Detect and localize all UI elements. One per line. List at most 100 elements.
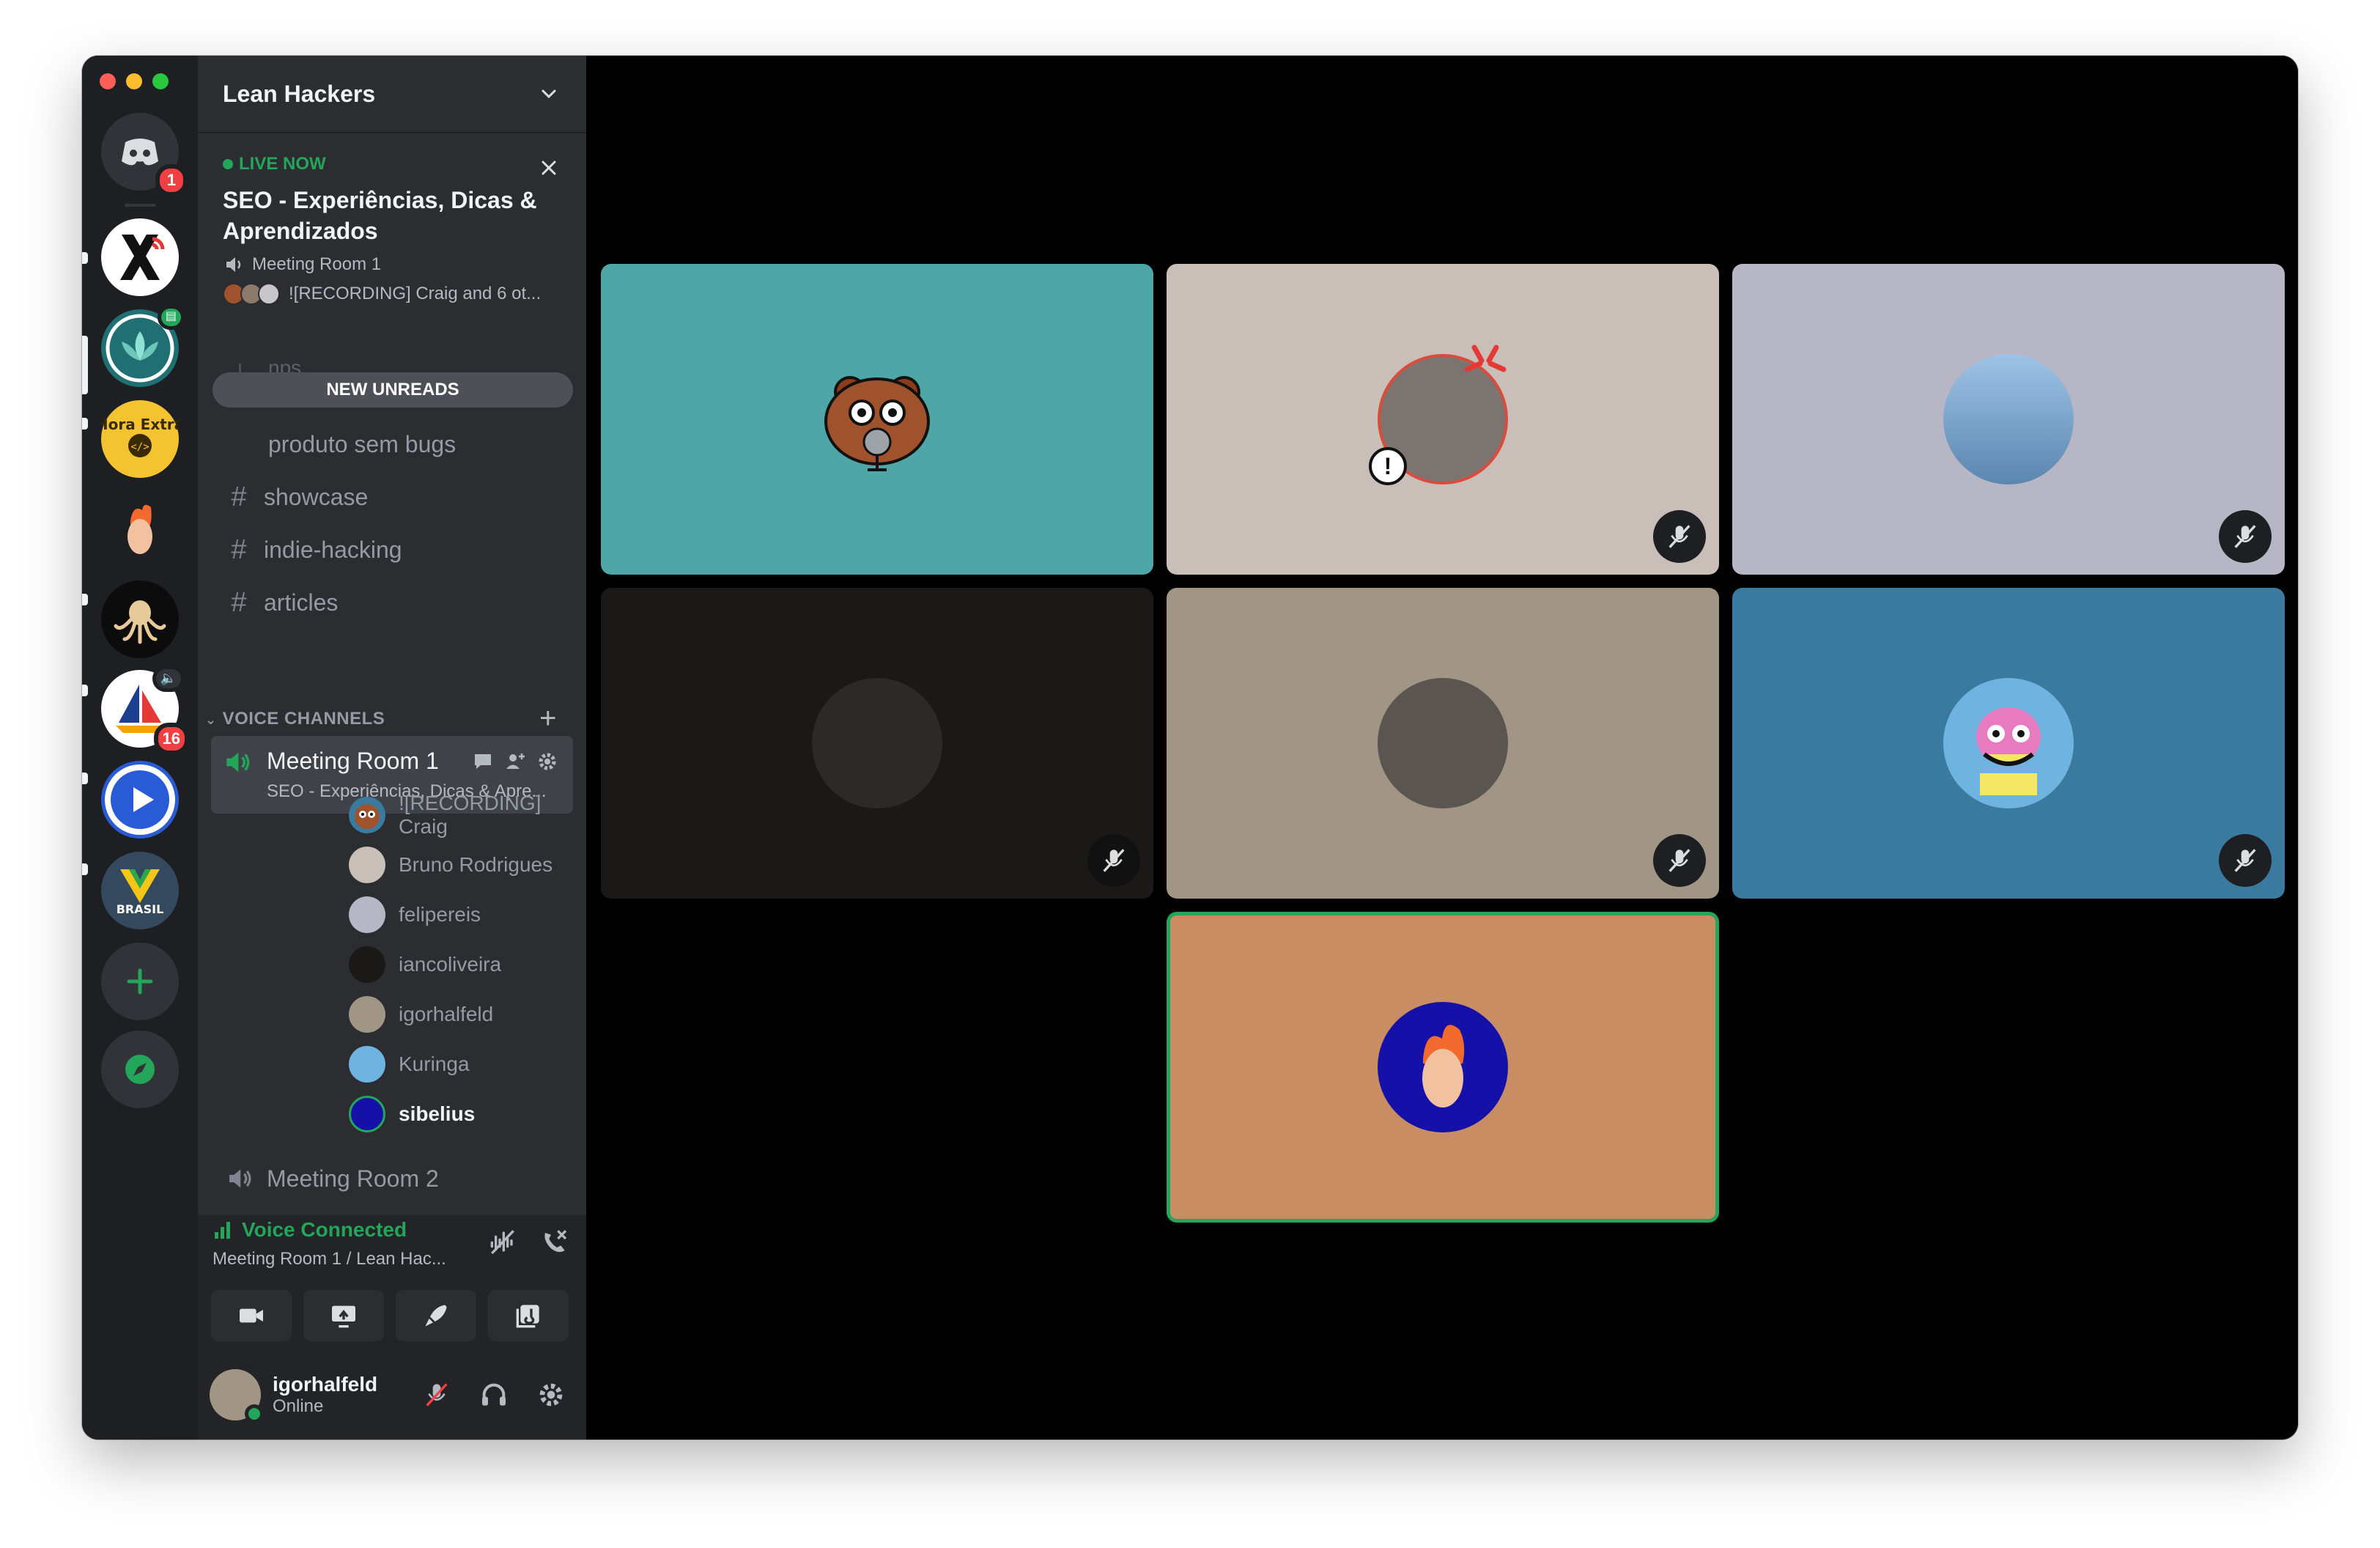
video-camera-icon <box>240 1308 263 1323</box>
thread-label: produto sem bugs <box>268 430 457 457</box>
thread-produto-sem-bugs[interactable]: produto sem bugs <box>211 421 573 468</box>
speaker-icon <box>226 257 241 272</box>
category-label: VOICE CHANNELS <box>222 708 385 729</box>
soundboard-icon <box>516 1305 539 1328</box>
participant-tile[interactable] <box>601 264 1153 575</box>
selected-server-indicator <box>82 336 88 394</box>
server-hora-extra-icon[interactable]: Hora Extra </> <box>101 400 179 478</box>
server-sailboat-icon[interactable]: 16 🔈 <box>101 666 189 755</box>
avatar <box>349 797 385 833</box>
discord-home-button[interactable]: 1 <box>101 113 188 196</box>
bear-avatar-icon <box>824 376 930 471</box>
participant-tile[interactable] <box>1167 588 1719 899</box>
unread-badge: 16 <box>153 723 189 755</box>
server-octopus-icon[interactable] <box>101 580 179 658</box>
speaker-icon: 🔈 <box>152 666 185 692</box>
mic-muted-icon[interactable] <box>422 1380 451 1409</box>
share-screen-button[interactable] <box>303 1290 384 1341</box>
muted-indicator <box>2219 510 2272 563</box>
rocket-icon <box>425 1305 447 1327</box>
server-x-icon[interactable] <box>101 218 179 296</box>
voice-user[interactable]: iancoliveira <box>349 943 569 987</box>
add-channel-icon[interactable]: + <box>539 702 557 735</box>
discord-window: 1 ▤ Hora Extra <box>82 56 2298 1440</box>
voice-channels-category[interactable]: ⌄ VOICE CHANNELS + <box>205 702 572 735</box>
activity-icon: ▤ <box>157 305 185 330</box>
avatar <box>349 847 385 883</box>
voice-user[interactable]: Kuringa <box>349 1042 569 1086</box>
soundboard-button[interactable] <box>488 1290 569 1341</box>
voice-user-name: Bruno Rodrigues <box>399 853 553 876</box>
screen-share-icon <box>332 1305 355 1328</box>
live-label: LIVE NOW <box>239 154 326 174</box>
user-avatar[interactable] <box>210 1369 264 1423</box>
voice-channel-meeting-room-2[interactable]: Meeting Room 2 <box>211 1155 573 1202</box>
channel-articles[interactable]: # articles <box>211 579 573 626</box>
user-status: Online <box>273 1396 324 1416</box>
channel-sidebar: Lean Hackers LIVE NOW SEO - Experiências… <box>198 56 715 1440</box>
invite-icon[interactable] <box>504 751 526 773</box>
participant-avatar <box>1943 354 2074 484</box>
server-name: Lean Hackers <box>223 80 376 107</box>
avatar <box>349 1096 385 1132</box>
voice-user[interactable]: igorhalfeld <box>349 992 569 1036</box>
minimize-window-button[interactable] <box>126 73 142 89</box>
participant-tile-speaking[interactable] <box>1167 912 1719 1223</box>
voice-user[interactable]: ![RECORDING] Craig <box>349 792 569 838</box>
headphones-icon[interactable] <box>479 1380 509 1409</box>
chevron-down-icon <box>542 89 556 99</box>
voice-user[interactable]: Bruno Rodrigues <box>349 843 569 887</box>
mic-muted-icon <box>1668 849 1690 872</box>
avatar <box>349 946 385 983</box>
server-header[interactable]: Lean Hackers <box>198 56 586 133</box>
channel-label: indie-hacking <box>264 536 402 563</box>
server-lean-hackers-icon[interactable]: ▤ <box>101 305 185 387</box>
disconnect-call-icon[interactable] <box>539 1227 569 1256</box>
muted-indicator <box>1653 834 1706 887</box>
server-sibelius-icon[interactable] <box>101 491 179 569</box>
server-play-icon[interactable] <box>101 761 179 838</box>
channel-showcase[interactable]: # showcase <box>211 473 573 520</box>
camera-button[interactable] <box>211 1290 292 1341</box>
unread-badge: 1 <box>155 164 188 196</box>
voice-connected-status[interactable]: Voice Connected <box>212 1218 407 1242</box>
close-window-button[interactable] <box>100 73 116 89</box>
participant-tile[interactable] <box>601 588 1153 899</box>
voice-user[interactable]: felipereis <box>349 893 569 937</box>
noise-suppression-icon[interactable] <box>488 1227 517 1256</box>
unread-pip <box>82 252 88 264</box>
channel-label: articles <box>264 589 339 616</box>
close-icon[interactable] <box>538 157 560 179</box>
channel-indie-hacking[interactable]: # indie-hacking <box>211 526 573 573</box>
participant-tile[interactable] <box>1732 264 2285 575</box>
mic-muted-icon <box>2234 849 2256 872</box>
muted-indicator <box>1653 510 1706 563</box>
avatar <box>258 283 280 305</box>
window-controls <box>100 73 169 89</box>
new-unreads-button[interactable]: NEW UNREADS <box>212 372 573 408</box>
voice-user[interactable]: sibelius <box>349 1092 569 1136</box>
voice-user-name: iancoliveira <box>399 953 502 976</box>
live-dot <box>223 159 233 169</box>
zoom-window-button[interactable] <box>152 73 169 89</box>
gear-icon[interactable] <box>536 1380 566 1409</box>
gear-icon[interactable] <box>536 751 558 773</box>
add-server-button[interactable] <box>101 943 179 1020</box>
unread-pip <box>82 594 88 605</box>
participant-tile[interactable] <box>1732 588 2285 899</box>
live-stage-card[interactable]: LIVE NOW SEO - Experiências, Dicas & Apr… <box>198 135 586 347</box>
voice-stage: ! <box>586 56 2298 1440</box>
activities-button[interactable] <box>396 1290 476 1341</box>
participant-avatar <box>1378 678 1508 808</box>
voice-user-name: sibelius <box>399 1102 476 1125</box>
live-title: SEO - Experiências, Dicas & Aprendizados <box>223 187 537 244</box>
voice-connected-location[interactable]: Meeting Room 1 / Lean Hac... <box>212 1249 446 1269</box>
server-vue-brasil-icon[interactable]: BRASIL <box>101 852 179 929</box>
participant-avatar <box>812 678 942 808</box>
explore-servers-button[interactable] <box>101 1031 179 1108</box>
speaker-icon <box>229 1169 251 1188</box>
svg-text:Hora Extra: Hora Extra <box>101 416 179 433</box>
thread-hash-icon: # <box>231 534 247 565</box>
chat-icon[interactable] <box>472 751 494 773</box>
participant-tile[interactable]: ! <box>1167 264 1719 575</box>
